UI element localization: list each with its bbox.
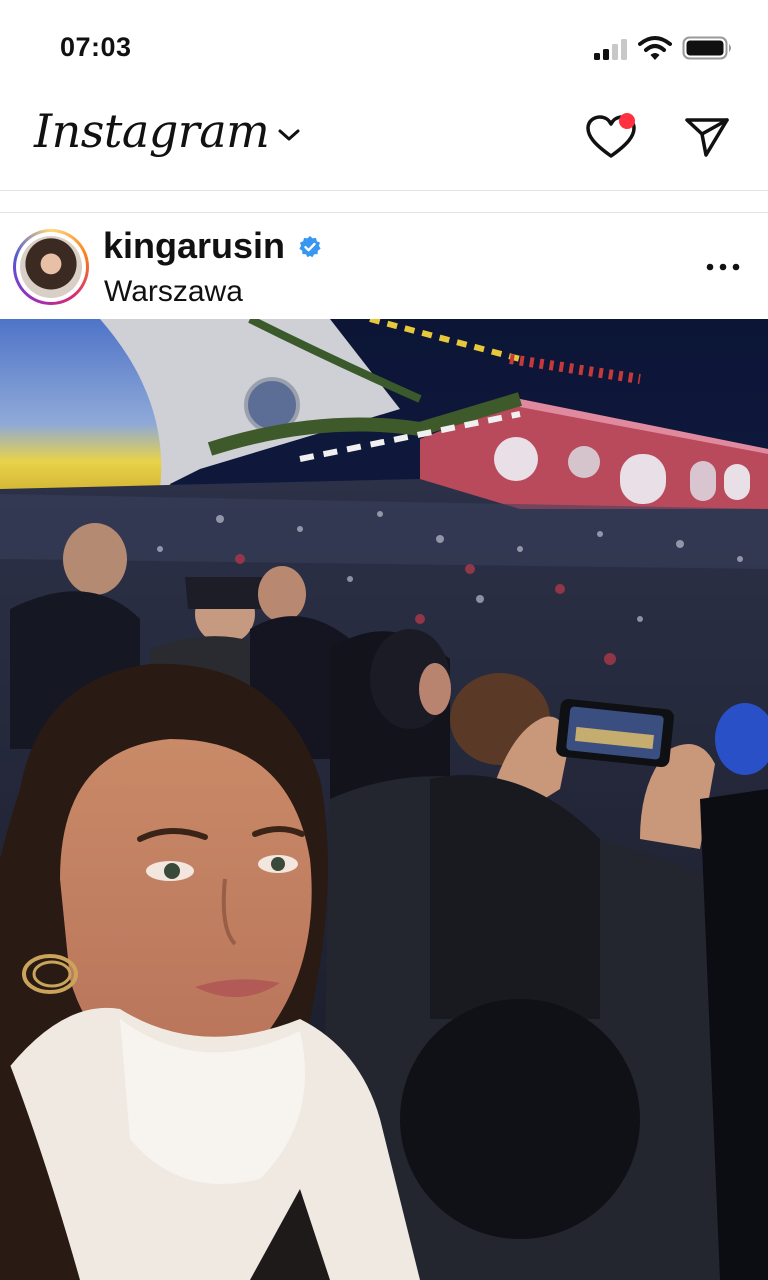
post-username[interactable]: kingarusin xyxy=(103,225,285,267)
send-icon[interactable] xyxy=(684,116,730,163)
post-location[interactable]: Warszawa xyxy=(104,275,243,309)
post-header: kingarusin Warszawa xyxy=(0,213,768,319)
app-header: Instagram xyxy=(0,96,768,191)
status-time: 07:03 xyxy=(60,32,132,62)
signal-icon xyxy=(594,38,630,65)
instagram-logo[interactable]: Instagram xyxy=(34,104,270,158)
status-bar: 07:03 xyxy=(0,0,768,96)
more-icon[interactable] xyxy=(706,259,740,277)
post-image[interactable] xyxy=(0,319,768,1280)
story-ring[interactable] xyxy=(13,229,89,305)
verified-icon xyxy=(298,235,322,264)
avatar xyxy=(20,236,82,298)
chevron-down-icon[interactable] xyxy=(276,126,302,149)
battery-icon xyxy=(682,36,734,65)
notification-dot xyxy=(619,113,635,129)
wifi-icon xyxy=(638,35,672,66)
